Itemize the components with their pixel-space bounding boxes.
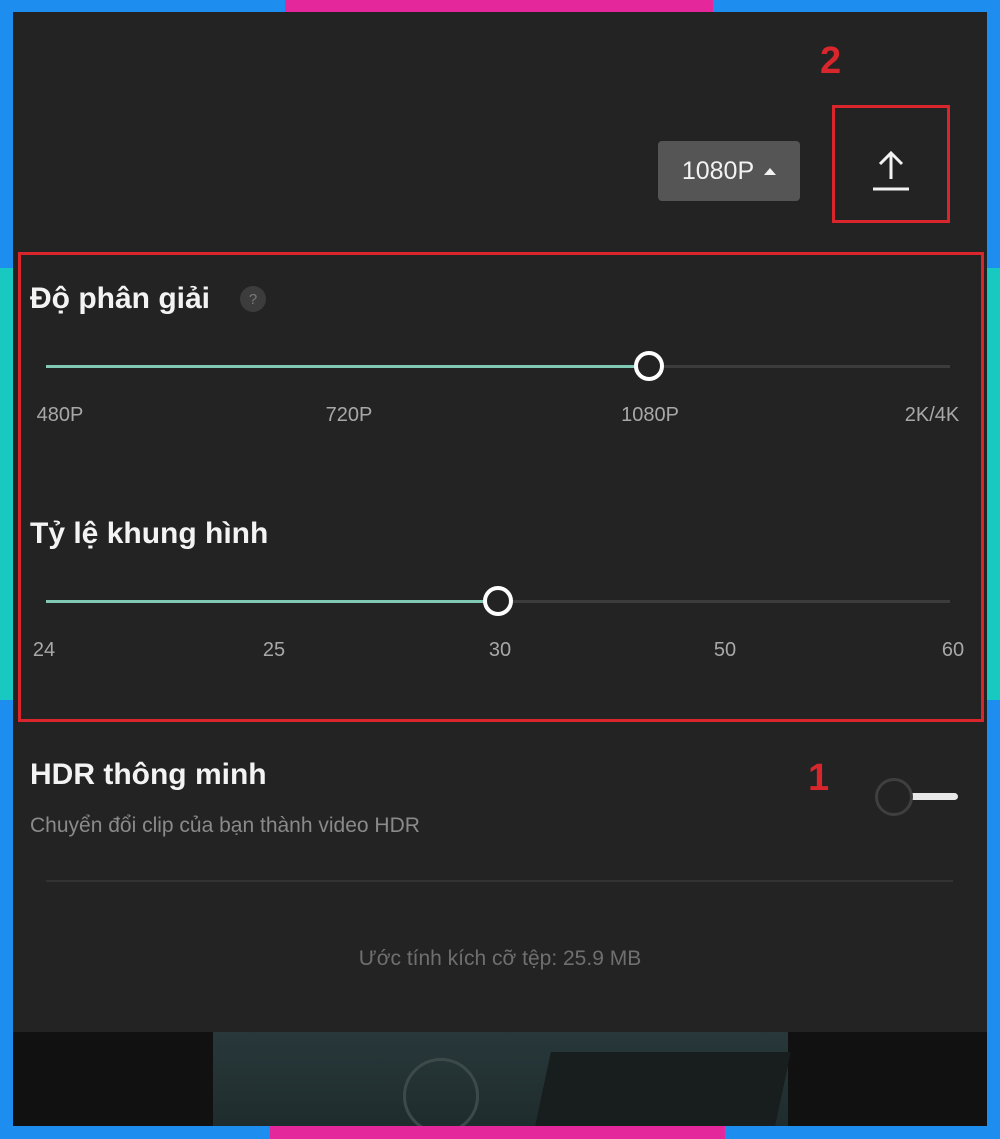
hdr-subtitle: Chuyển đổi clip của bạn thành video HDR xyxy=(30,814,420,837)
resolution-tick: 720P xyxy=(325,404,373,426)
resolution-slider-thumb[interactable] xyxy=(634,351,664,381)
frame-accent-top xyxy=(285,0,713,12)
frame-rate-tick: 30 xyxy=(488,639,512,661)
annotation-label-2: 2 xyxy=(820,40,842,82)
resolution-tick: 2K/4K xyxy=(904,404,960,426)
frame-rate-slider-fill xyxy=(46,600,498,603)
hdr-title: HDR thông minh xyxy=(30,758,267,791)
help-icon[interactable]: ? xyxy=(240,286,266,312)
export-settings-screen: 2 1080P Độ phân giải ? 480P 720P 1080P 2… xyxy=(13,12,987,1126)
video-thumbnail xyxy=(213,1032,791,1126)
frame-rate-tick: 50 xyxy=(713,639,737,661)
thumbnail-detail xyxy=(535,1052,791,1126)
hdr-toggle[interactable] xyxy=(873,776,961,816)
timeline-preview[interactable] xyxy=(13,1032,987,1126)
resolution-dropdown-label: 1080P xyxy=(681,156,755,185)
annotation-label-1: 1 xyxy=(808,757,830,799)
frame-rate-tick: 25 xyxy=(262,639,286,661)
frame-rate-slider[interactable] xyxy=(46,586,950,616)
divider xyxy=(46,880,953,882)
frame-rate-title: Tỷ lệ khung hình xyxy=(30,517,269,550)
file-size-estimate: Ước tính kích cỡ tệp: 25.9 MB xyxy=(358,947,642,970)
frame-rate-slider-thumb[interactable] xyxy=(483,586,513,616)
resolution-dropdown-button[interactable]: 1080P xyxy=(658,141,800,201)
resolution-slider[interactable] xyxy=(46,351,950,381)
resolution-tick: 1080P xyxy=(621,404,679,426)
toggle-knob xyxy=(875,778,913,816)
frame-rate-tick: 60 xyxy=(941,639,965,661)
resolution-slider-fill xyxy=(46,365,649,368)
frame-accent-left xyxy=(0,268,14,700)
thumbnail-detail xyxy=(403,1058,479,1126)
upload-icon[interactable] xyxy=(871,149,911,193)
outer-frame: 2 1080P Độ phân giải ? 480P 720P 1080P 2… xyxy=(0,0,1000,1139)
resolution-title: Độ phân giải xyxy=(30,282,210,315)
frame-accent-right xyxy=(987,268,1000,700)
frame-rate-tick: 24 xyxy=(32,639,56,661)
resolution-tick: 480P xyxy=(36,404,84,426)
frame-accent-bottom xyxy=(270,1126,725,1139)
caret-up-icon xyxy=(764,167,777,175)
